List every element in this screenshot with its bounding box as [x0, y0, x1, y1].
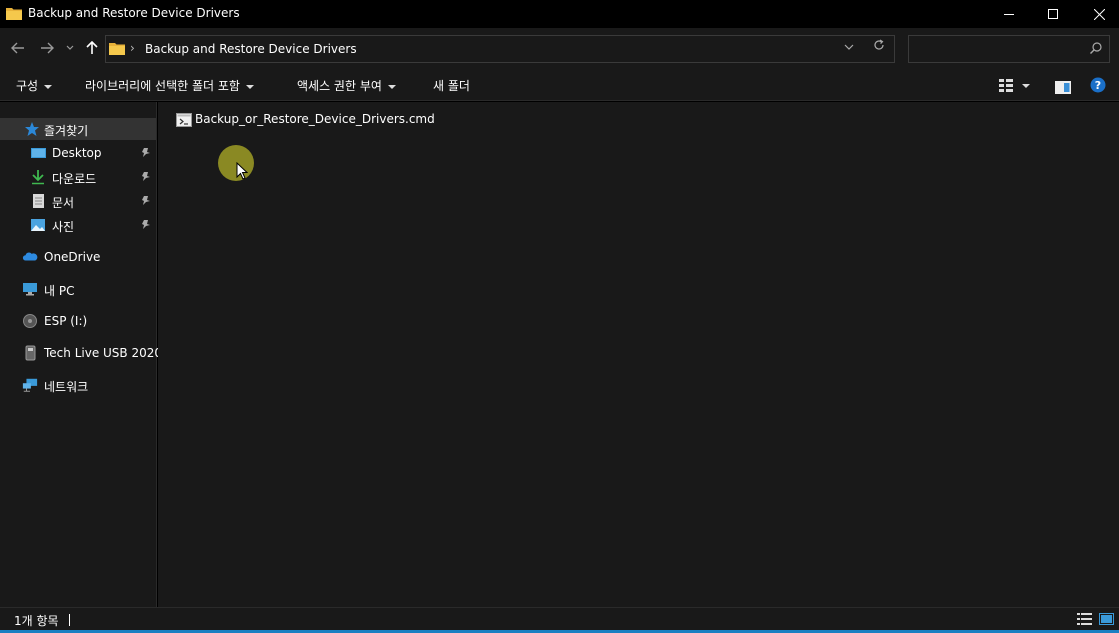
back-button[interactable] [8, 38, 28, 58]
sidebar-item-label: 문서 [52, 196, 75, 210]
search-input[interactable] [908, 35, 1110, 63]
download-icon [32, 170, 44, 185]
cmd-file-icon [176, 113, 192, 127]
folder-icon [6, 8, 22, 20]
sidebar-item-label: Tech Live USB 2020 [44, 346, 162, 360]
share-with-label: 액세스 권한 부여 [297, 79, 382, 93]
forward-button[interactable] [37, 38, 57, 58]
organize-button[interactable]: 구성 [16, 77, 53, 94]
organize-label: 구성 [16, 79, 39, 93]
include-in-library-label: 라이브러리에 선택한 폴더 포함 [85, 79, 240, 93]
folder-icon [109, 43, 125, 55]
title-bar: Backup and Restore Device Drivers [0, 0, 1119, 28]
chevron-down-icon [245, 84, 254, 89]
help-icon: ? [1090, 77, 1106, 93]
new-folder-label: 새 폴더 [433, 79, 470, 93]
sidebar-item-downloads[interactable]: 다운로드 [0, 166, 156, 188]
sidebar-item-esp-drive[interactable]: ESP (I:) [0, 310, 156, 332]
chevron-down-icon [844, 44, 854, 50]
document-icon [33, 194, 44, 208]
refresh-icon [874, 39, 884, 50]
help-button[interactable]: ? [1090, 77, 1106, 97]
chevron-down-icon [66, 45, 74, 50]
arrow-right-icon [41, 42, 54, 54]
include-in-library-button[interactable]: 라이브러리에 선택한 폴더 포함 [85, 77, 254, 94]
minimize-icon [1004, 14, 1014, 15]
pin-icon[interactable] [141, 219, 151, 230]
sidebar-item-network[interactable]: 네트워크 [0, 374, 156, 396]
arrow-left-icon [11, 42, 24, 54]
navigation-bar: › Backup and Restore Device Drivers [0, 28, 1119, 70]
share-with-button[interactable]: 액세스 권한 부여 [297, 77, 396, 94]
maximize-icon [1048, 9, 1058, 19]
file-list: Backup_or_Restore_Device_Drivers.cmd [158, 102, 1119, 607]
sidebar-item-desktop[interactable]: Desktop [0, 142, 156, 164]
computer-icon [23, 283, 37, 296]
sidebar-item-label: 네트워크 [44, 380, 89, 394]
star-icon [25, 122, 39, 136]
mouse-pointer-icon [236, 162, 248, 180]
file-name: Backup_or_Restore_Device_Drivers.cmd [195, 112, 435, 126]
breadcrumb[interactable]: Backup and Restore Device Drivers [145, 42, 357, 56]
close-button[interactable] [1076, 0, 1119, 28]
change-view-button[interactable] [998, 78, 1030, 92]
sidebar-item-label: 사진 [52, 220, 75, 234]
maximize-button[interactable] [1030, 0, 1076, 28]
window-title: Backup and Restore Device Drivers [28, 6, 240, 20]
pin-icon[interactable] [141, 195, 151, 206]
arrow-up-icon [86, 41, 98, 54]
disc-drive-icon [23, 314, 37, 328]
recent-locations-button[interactable] [62, 38, 78, 58]
sidebar-item-quick-access[interactable]: 즐겨찾기 [0, 118, 156, 140]
view-options-icon [999, 79, 1013, 92]
command-bar: 구성 라이브러리에 선택한 폴더 포함 액세스 권한 부여 새 폴더 ? [0, 70, 1119, 101]
chevron-down-icon [1022, 84, 1030, 88]
up-button[interactable] [82, 38, 102, 58]
sidebar-item-label: OneDrive [44, 250, 101, 264]
network-icon [22, 378, 38, 392]
address-dropdown-button[interactable] [844, 40, 854, 54]
sidebar-item-label: 내 PC [44, 284, 75, 298]
sidebar-item-usb-drive[interactable]: Tech Live USB 2020 [0, 342, 162, 364]
address-bar[interactable]: › Backup and Restore Device Drivers [105, 35, 895, 63]
usb-drive-icon [25, 345, 36, 361]
sidebar-item-pictures[interactable]: 사진 [0, 214, 156, 236]
refresh-button[interactable] [873, 39, 885, 55]
new-folder-button[interactable]: 새 폴더 [433, 77, 470, 94]
navigation-pane: 즐겨찾기 Desktop 다운로드 문서 사진 OneDrive 내 PC ES… [0, 102, 162, 607]
cloud-icon [22, 252, 38, 261]
svg-text:?: ? [1095, 79, 1101, 92]
chevron-down-icon [387, 84, 396, 89]
sidebar-item-this-pc[interactable]: 내 PC [0, 278, 156, 300]
breadcrumb-separator: › [130, 41, 135, 55]
chevron-down-icon [44, 84, 53, 89]
preview-pane-button[interactable] [1055, 79, 1071, 98]
sidebar-item-label: ESP (I:) [44, 314, 88, 328]
pin-icon[interactable] [141, 147, 151, 158]
item-count: 1개 항목 [14, 614, 59, 628]
desktop-icon [31, 148, 46, 158]
close-icon [1093, 8, 1105, 20]
pictures-icon [31, 219, 45, 231]
details-view-icon[interactable] [1077, 613, 1092, 625]
search-icon [1090, 42, 1102, 54]
preview-pane-icon [1055, 81, 1071, 94]
status-divider [69, 614, 70, 626]
minimize-button[interactable] [986, 0, 1032, 28]
sidebar-item-onedrive[interactable]: OneDrive [0, 246, 156, 268]
sidebar-item-label: Desktop [52, 146, 102, 160]
large-icons-view-icon[interactable] [1099, 613, 1114, 625]
sidebar-item-documents[interactable]: 문서 [0, 190, 156, 212]
status-bar: 1개 항목 [0, 607, 1119, 631]
sidebar-item-label: 다운로드 [52, 172, 97, 186]
sidebar-item-label: 즐겨찾기 [44, 124, 89, 138]
pin-icon[interactable] [141, 171, 151, 182]
